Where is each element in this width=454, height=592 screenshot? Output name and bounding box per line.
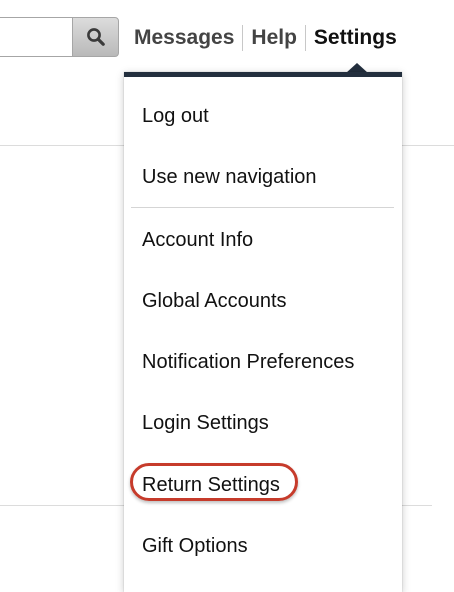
menu-item-account-info[interactable]: Account Info <box>142 228 253 252</box>
menu-item-gift-options[interactable]: Gift Options <box>142 534 248 558</box>
search-button[interactable] <box>72 17 119 57</box>
menu-item-notification-preferences[interactable]: Notification Preferences <box>142 350 354 374</box>
search-icon <box>86 28 105 46</box>
menu-item-global-accounts[interactable]: Global Accounts <box>142 289 287 313</box>
menu-item-use-new-navigation[interactable]: Use new navigation <box>142 165 317 189</box>
menu-item-log-out[interactable]: Log out <box>142 104 209 128</box>
menu-item-login-settings[interactable]: Login Settings <box>142 411 269 435</box>
nav-help-link[interactable]: Help <box>243 26 305 50</box>
menu-item-return-settings[interactable]: Return Settings <box>142 473 280 497</box>
top-nav: Messages Help Settings <box>126 18 405 58</box>
nav-messages-link[interactable]: Messages <box>126 26 242 50</box>
menu-divider <box>131 207 394 208</box>
search-input[interactable] <box>0 17 72 57</box>
settings-dropdown-menu: Log out Use new navigation Account Info … <box>124 72 402 592</box>
nav-settings-link[interactable]: Settings <box>306 26 405 50</box>
